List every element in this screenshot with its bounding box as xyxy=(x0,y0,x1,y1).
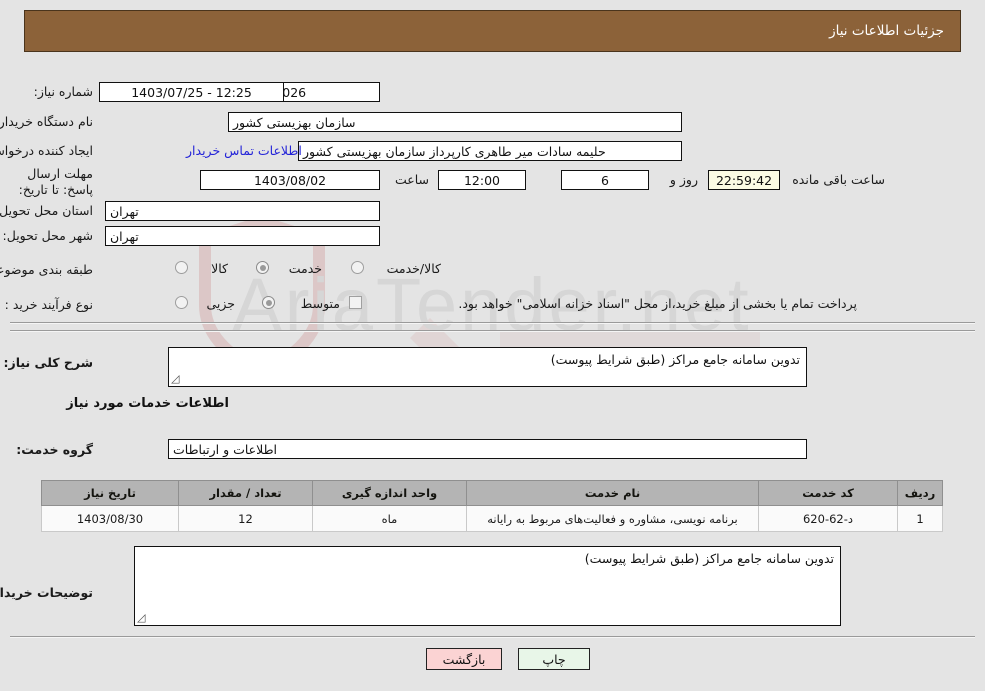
buyer-notes-textarea[interactable]: تدوین سامانه جامع مراکز (طبق شرایط پیوست… xyxy=(134,546,841,626)
radio-category-khedmat-label: خدمت xyxy=(288,261,322,276)
services-table: ردیف کد خدمت نام خدمت واحد اندازه گیری ت… xyxy=(41,480,943,532)
days-and-word: روز و xyxy=(669,172,698,187)
buyer-contact-link[interactable]: اطلاعات تماس خریدار xyxy=(186,143,302,158)
cell-row: 1 xyxy=(897,505,943,532)
radio-category-kala-label: کالا xyxy=(211,261,228,276)
city-value: تهران xyxy=(105,226,380,246)
radio-category-kala[interactable] xyxy=(175,261,188,274)
radio-category-khedmat[interactable] xyxy=(256,261,269,274)
divider-top-form xyxy=(10,322,975,324)
hour-word-label: ساعت xyxy=(394,172,429,187)
summary-label: شرح کلی نیاز: xyxy=(3,355,93,370)
print-button[interactable]: چاپ xyxy=(518,648,590,670)
table-row: 1 د-62-620 برنامه نویسی، مشاوره و فعالیت… xyxy=(41,505,943,532)
treasury-checkbox-label: پرداخت تمام یا بخشی از مبلغ خرید،از محل … xyxy=(458,296,857,311)
deadline-date-value: 1403/08/02 xyxy=(200,170,380,190)
page-root: AriaTender.net جزئیات اطلاعات نیاز شماره… xyxy=(0,0,985,691)
buyer-org-value: سازمان بهزیستی کشور xyxy=(228,112,682,132)
radio-process-jozi[interactable] xyxy=(175,296,188,309)
table-header-row: ردیف کد خدمت نام خدمت واحد اندازه گیری ت… xyxy=(41,480,943,506)
th-row: ردیف xyxy=(897,480,943,506)
radio-process-motevaset[interactable] xyxy=(262,296,275,309)
th-name: نام خدمت xyxy=(466,480,759,506)
remaining-suffix-label: ساعت باقی مانده xyxy=(792,172,885,187)
services-section-title: اطلاعات خدمات مورد نیاز xyxy=(66,396,229,411)
process-label: نوع فرآیند خرید : xyxy=(4,297,93,312)
cell-quantity: 12 xyxy=(178,505,313,532)
cell-need-date: 1403/08/30 xyxy=(41,505,179,532)
summary-value: تدوین سامانه جامع مراکز (طبق شرایط پیوست… xyxy=(550,352,800,367)
buyer-org-label: نام دستگاه خریدار: xyxy=(0,114,93,129)
requester-value: حلیمه سادات میر طاهری کارپرداز سازمان به… xyxy=(298,141,682,161)
remaining-days-value: 6 xyxy=(561,170,649,190)
service-group-label: گروه خدمت: xyxy=(16,442,93,457)
th-code: کد خدمت xyxy=(758,480,898,506)
th-need-date: تاریخ نیاز xyxy=(41,480,179,506)
city-label: شهر محل تحویل: xyxy=(2,228,93,243)
radio-category-kala-khedmat-label: کالا/خدمت xyxy=(386,261,441,276)
radio-process-jozi-label: جزیی xyxy=(206,296,235,311)
radio-category-kala-khedmat[interactable] xyxy=(351,261,364,274)
th-quantity: تعداد / مقدار xyxy=(178,480,313,506)
buyer-notes-label: توضیحات خریدار: xyxy=(0,585,93,600)
radio-process-motevaset-label: متوسط xyxy=(300,296,340,311)
divider-top-form-2 xyxy=(10,330,975,332)
th-unit: واحد اندازه گیری xyxy=(312,480,467,506)
buyer-notes-value: تدوین سامانه جامع مراکز (طبق شرایط پیوست… xyxy=(584,551,834,566)
resize-grip-icon-notes[interactable]: ◺ xyxy=(137,611,145,624)
summary-textarea[interactable]: تدوین سامانه جامع مراکز (طبق شرایط پیوست… xyxy=(168,347,807,387)
resize-grip-icon[interactable]: ◺ xyxy=(171,372,179,385)
province-label: استان محل تحویل: xyxy=(0,203,93,218)
back-button[interactable]: بازگشت xyxy=(426,648,502,670)
requester-label: ایجاد کننده درخواست: xyxy=(0,143,93,158)
page-title: جزئیات اطلاعات نیاز xyxy=(829,23,944,39)
service-group-value: اطلاعات و ارتباطات xyxy=(168,439,807,459)
deadline-time-value: 12:00 xyxy=(438,170,526,190)
remaining-timer-value: 22:59:42 xyxy=(708,170,780,190)
treasury-checkbox[interactable] xyxy=(349,296,362,309)
need-number-label: شماره نیاز: xyxy=(33,84,93,99)
public-announce-value: 12:25 - 1403/07/25 xyxy=(99,82,284,102)
divider-footer xyxy=(10,636,975,638)
deadline-label: مهلت ارسال پاسخ: تا تاریخ: xyxy=(18,166,93,197)
category-label: طبقه بندی موضوعی: xyxy=(0,262,93,277)
cell-code: د-62-620 xyxy=(758,505,898,532)
cell-unit: ماه xyxy=(312,505,467,532)
page-header: جزئیات اطلاعات نیاز xyxy=(24,10,961,52)
province-value: تهران xyxy=(105,201,380,221)
cell-name: برنامه نویسی، مشاوره و فعالیت‌های مربوط … xyxy=(466,505,759,532)
